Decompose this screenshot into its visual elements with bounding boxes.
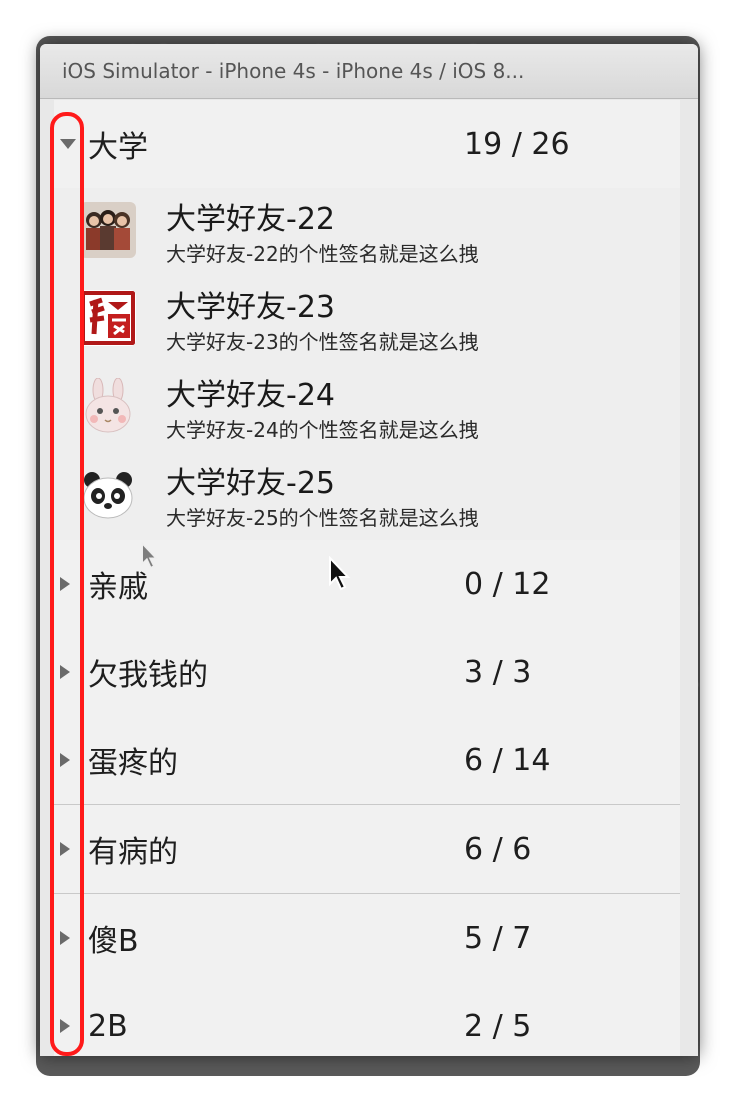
friend-row[interactable]: 大学好友-24 大学好友-24的个性签名就是这么拽 — [54, 364, 680, 452]
group-name: 蛋疼的 — [88, 746, 178, 781]
friend-name: 大学好友-24 — [166, 378, 335, 413]
friend-row[interactable]: 大学好友-22 大学好友-22的个性签名就是这么拽 — [54, 188, 680, 276]
group-count: 6 / 6 — [464, 831, 532, 867]
friend-signature: 大学好友-22的个性签名就是这么拽 — [166, 242, 479, 266]
group-header-shab[interactable]: 傻B 5 / 7 — [54, 894, 680, 982]
panda-avatar — [80, 466, 136, 522]
group-count: 2 / 5 — [464, 1008, 532, 1044]
friend-row[interactable]: 大学好友-23 大学好友-23的个性签名就是这么拽 — [54, 276, 680, 364]
friend-signature: 大学好友-23的个性签名就是这么拽 — [166, 330, 479, 354]
group-name: 亲戚 — [88, 570, 148, 605]
friend-signature: 大学好友-25的个性签名就是这么拽 — [166, 506, 479, 530]
friend-row[interactable]: 大学好友-25 大学好友-25的个性签名就是这么拽 — [54, 452, 680, 540]
group-name: 傻B — [88, 924, 139, 959]
friend-name: 大学好友-23 — [166, 290, 335, 325]
bunny-avatar — [80, 378, 136, 434]
stamp-character-avatar — [80, 290, 136, 346]
group-count: 0 / 12 — [464, 566, 551, 602]
group-count: 3 / 3 — [464, 654, 532, 690]
friends-group-avatar — [80, 202, 136, 258]
group-name: 有病的 — [88, 835, 178, 870]
simulator-titlebar[interactable]: iOS Simulator - iPhone 4s - iPhone 4s / … — [40, 44, 698, 99]
group-name: 欠我钱的 — [88, 658, 208, 693]
group-header-2b[interactable]: 2B 2 / 5 — [54, 982, 680, 1056]
group-count: 6 / 14 — [464, 742, 551, 778]
phone-screen: 大学 19 / 26 大学好友-22 大学好友-22的个性签名就是这么拽 大学好… — [54, 100, 680, 1056]
red-highlight-annotation — [50, 112, 84, 1056]
group-header-youbingde[interactable]: 有病的 6 / 6 — [54, 805, 680, 893]
group-header-qianwoqiande[interactable]: 欠我钱的 3 / 3 — [54, 628, 680, 716]
group-header-daxue[interactable]: 大学 19 / 26 — [54, 100, 680, 188]
simulator-window: iOS Simulator - iPhone 4s - iPhone 4s / … — [40, 44, 698, 1056]
group-count: 5 / 7 — [464, 920, 532, 956]
friend-signature: 大学好友-24的个性签名就是这么拽 — [166, 418, 479, 442]
window-title: iOS Simulator - iPhone 4s - iPhone 4s / … — [62, 59, 525, 83]
friend-name: 大学好友-25 — [166, 466, 335, 501]
group-name: 大学 — [88, 130, 148, 165]
group-count: 19 / 26 — [464, 126, 570, 162]
group-name: 2B — [88, 1008, 128, 1044]
friend-name: 大学好友-22 — [166, 202, 335, 237]
group-header-danteng[interactable]: 蛋疼的 6 / 14 — [54, 716, 680, 804]
arrow-cursor-icon — [329, 556, 351, 591]
ghost-cursor-icon — [141, 542, 159, 569]
